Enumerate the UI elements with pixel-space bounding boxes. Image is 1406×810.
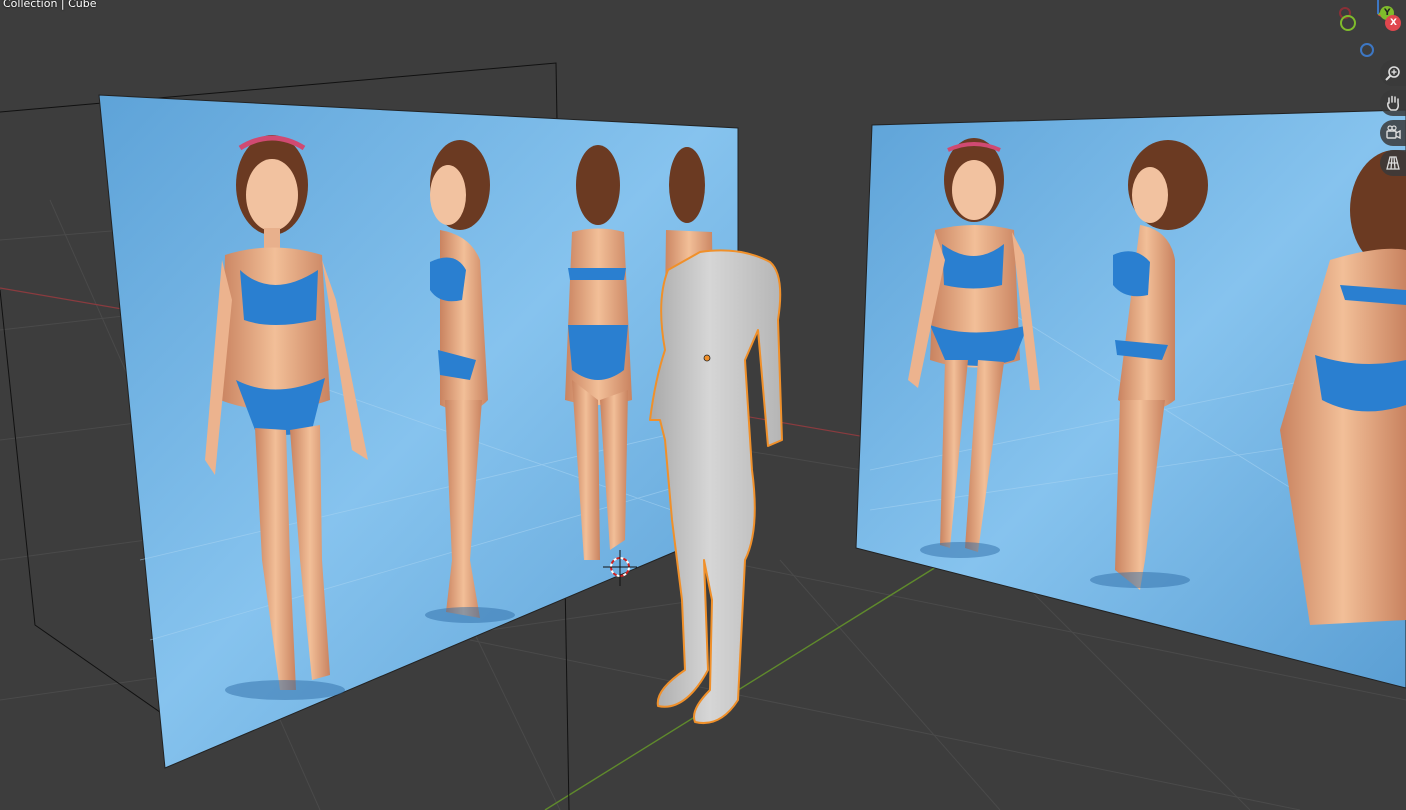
zoom-icon xyxy=(1385,66,1400,81)
camera-view-icon xyxy=(1386,125,1401,140)
pan-button[interactable] xyxy=(1380,90,1406,116)
navigation-gizmo[interactable]: Y X xyxy=(1330,0,1406,64)
3d-viewport[interactable] xyxy=(0,0,1406,810)
selected-body-mesh[interactable] xyxy=(649,249,783,724)
neg-z-axis-dot[interactable] xyxy=(1360,43,1374,57)
ortho-toggle-button[interactable] xyxy=(1380,150,1406,176)
x-axis-label: X xyxy=(1390,18,1397,28)
reference-image-right[interactable] xyxy=(855,109,1406,689)
object-origin xyxy=(703,354,711,362)
reference-image-left[interactable] xyxy=(98,94,739,769)
ortho-grid-icon xyxy=(1386,156,1400,170)
zoom-button[interactable] xyxy=(1380,60,1406,86)
breadcrumb: Collection | Cube xyxy=(3,0,97,10)
camera-view-button[interactable] xyxy=(1380,120,1406,146)
neg-y-axis-dot[interactable] xyxy=(1340,15,1356,31)
pan-hand-icon xyxy=(1387,95,1399,111)
